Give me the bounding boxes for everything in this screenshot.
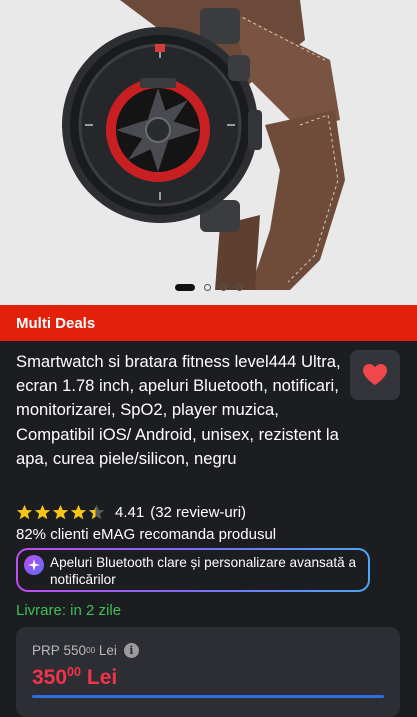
product-image-gallery[interactable] [0,0,417,305]
prp-currency: Lei [98,643,117,658]
price-divider [32,695,384,698]
pagination-dot[interactable] [235,284,243,291]
price-currency: Lei [86,666,118,689]
current-price: 35000 Lei [32,665,117,690]
prp-decimals: 00 [86,646,96,655]
product-title: Smartwatch si bratara fitness level444 U… [16,352,341,468]
ai-summary-badge[interactable]: Apeluri Bluetooth clare și personalizare… [16,548,370,592]
multi-deals-label: Multi Deals [16,314,96,332]
star-half-icon [88,504,105,520]
rating-value: 4.41 [115,504,145,521]
star-icon [16,504,33,520]
prp-label: PRP [32,643,60,658]
multi-deals-banner[interactable]: Multi Deals [0,305,417,341]
prp-price: PRP 550 00 Lei i [32,643,139,658]
star-icon [52,504,69,520]
recommend-text: 82% clienti eMAG recomanda produsul [16,526,277,543]
add-to-favorites-button[interactable] [350,350,400,400]
sparkle-icon [24,555,44,575]
price-card: PRP 550 00 Lei i 35000 Lei [16,627,400,717]
price-decimals: 00 [67,665,82,679]
review-count-link[interactable]: (32 review-uri) [150,504,246,521]
product-image [62,0,345,290]
price-int: 350 [32,666,68,689]
star-icon [34,504,51,520]
heart-icon [363,364,387,385]
rating-row[interactable]: 4.41 (32 review-uri) [16,504,246,521]
star-icon [70,504,87,520]
pagination-dot[interactable] [203,284,211,291]
rating-stars [16,504,105,521]
ai-summary-text: Apeluri Bluetooth clare și personalizare… [50,555,357,587]
delivery-info: Livrare: in 2 zile [16,602,122,619]
prp-int: 550 [63,643,87,658]
pagination-dot[interactable] [219,284,227,291]
gallery-pagination [0,284,417,291]
info-icon[interactable]: i [123,643,139,658]
pagination-dot-active[interactable] [174,284,195,291]
